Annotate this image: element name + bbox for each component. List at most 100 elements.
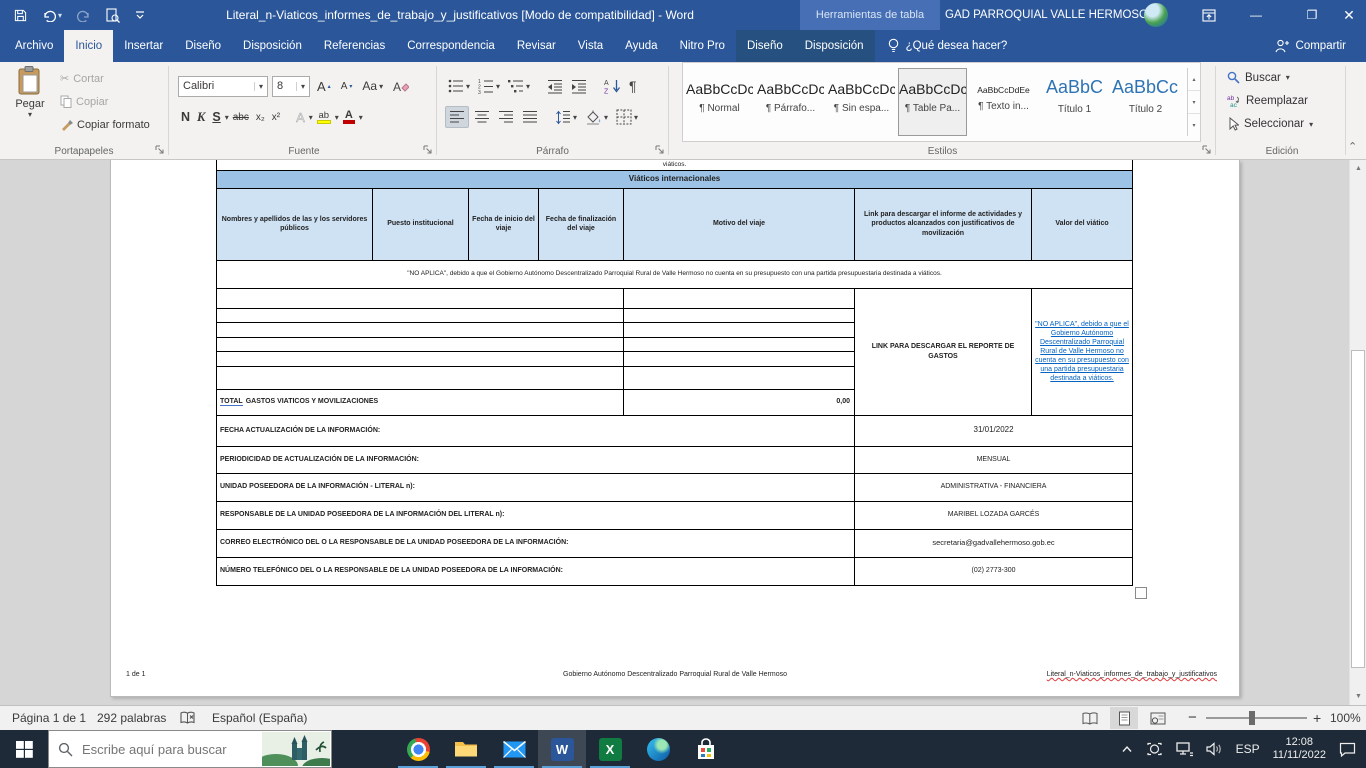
show-marks-button[interactable]: ¶ (626, 75, 640, 97)
scroll-up-icon[interactable]: ▲ (1350, 160, 1366, 177)
align-right-button[interactable] (495, 106, 517, 128)
style-titulo-1[interactable]: AaBbC Título 1 (1040, 68, 1109, 136)
gallery-scroll-up-icon[interactable]: ▴ (1188, 68, 1200, 91)
undo-icon[interactable]: ▾ (42, 9, 62, 22)
account-name[interactable]: GAD PARROQUIAL VALLE HERMOSO (945, 0, 1148, 30)
customize-qat-icon[interactable] (135, 10, 145, 20)
chrome-taskbar-icon[interactable] (394, 730, 442, 768)
clock[interactable]: 12:08 11/11/2022 (1273, 736, 1326, 762)
style-normal[interactable]: AaBbCcDc ¶ Normal (685, 68, 754, 136)
fuente-dialog-launcher-icon[interactable] (423, 145, 433, 155)
line-spacing-button[interactable]: ▾ (552, 106, 580, 128)
multilevel-list-button[interactable]: ▾ (505, 75, 533, 97)
read-mode-button[interactable] (1076, 707, 1104, 729)
mail-taskbar-icon[interactable] (490, 730, 538, 768)
print-preview-icon[interactable] (106, 8, 120, 23)
tab-inicio[interactable]: Inicio (64, 30, 113, 62)
search-input[interactable] (82, 742, 252, 757)
document-page[interactable]: viáticos. Viáticos internacionales Nombr… (110, 160, 1240, 697)
vertical-scrollbar[interactable]: ▲ ▼ (1349, 160, 1366, 705)
link-reporte-cell[interactable]: LINK PARA DESCARGAR EL REPORTE DE GASTOS (855, 288, 1032, 415)
tab-archivo[interactable]: Archivo (4, 30, 64, 62)
tell-me-box[interactable]: ¿Qué desea hacer? (875, 30, 1020, 62)
account-avatar[interactable] (1144, 3, 1168, 27)
style-texto-independiente[interactable]: AaBbCcDdEe ¶ Texto in... (969, 68, 1038, 136)
shading-button[interactable]: ▾ (582, 106, 611, 128)
borders-button[interactable]: ▾ (613, 106, 641, 128)
increase-indent-button[interactable] (568, 75, 590, 97)
tab-table-diseno[interactable]: Diseño (736, 30, 794, 62)
zoom-slider-track[interactable] (1206, 717, 1307, 719)
tab-vista[interactable]: Vista (567, 30, 614, 62)
start-button[interactable] (0, 730, 48, 768)
align-center-button[interactable] (471, 106, 493, 128)
col-header[interactable]: Valor del viático (1032, 188, 1133, 260)
decrease-indent-button[interactable] (544, 75, 566, 97)
tab-insertar[interactable]: Insertar (113, 30, 174, 62)
restore-button[interactable]: ❐ (1292, 0, 1332, 30)
change-case-button[interactable]: Aa▾ (359, 75, 386, 97)
highlight-button[interactable]: ab (314, 106, 334, 128)
zoom-slider-thumb[interactable] (1249, 711, 1255, 725)
clipped-row[interactable]: viáticos. (217, 160, 1133, 170)
bold-button[interactable]: N (178, 106, 193, 128)
scroll-down-icon[interactable]: ▼ (1350, 688, 1366, 705)
tab-referencias[interactable]: Referencias (313, 30, 396, 62)
page-indicator[interactable]: Página 1 de 1 (12, 706, 86, 730)
action-center-icon[interactable] (1339, 742, 1356, 757)
undo-caret-icon[interactable]: ▾ (58, 11, 62, 20)
format-painter-button[interactable]: Copiar formato (60, 118, 150, 131)
file-explorer-taskbar-icon[interactable] (442, 730, 490, 768)
valor-note-link[interactable]: "NO APLICA", debido a que el Gobierno Au… (1035, 321, 1129, 383)
col-header[interactable]: Puesto institucional (373, 188, 469, 260)
tab-revisar[interactable]: Revisar (506, 30, 567, 62)
ribbon-display-options-icon[interactable] (1192, 0, 1226, 30)
strikethrough-button[interactable]: abc (230, 106, 252, 128)
font-name-combo[interactable]: Calibri ▾ (178, 76, 268, 97)
word-count[interactable]: 292 palabras (97, 706, 166, 730)
tab-diseno[interactable]: Diseño (174, 30, 232, 62)
minimize-button[interactable]: — (1234, 0, 1278, 30)
col-header[interactable]: Fecha de finalización del viaje (539, 188, 624, 260)
zoom-out-button[interactable]: − (1188, 706, 1197, 730)
shrink-font-button[interactable]: A▾ (338, 75, 356, 97)
total-value[interactable]: 0,00 (624, 389, 855, 415)
edge-taskbar-icon[interactable] (634, 730, 682, 768)
store-taskbar-icon[interactable] (682, 730, 730, 768)
gallery-scroll-down-icon[interactable]: ▾ (1188, 91, 1200, 114)
underline-caret-icon[interactable]: ▾ (225, 113, 229, 122)
style-table-paragraph[interactable]: AaBbCcDc ¶ Table Pa... (898, 68, 967, 136)
tab-ayuda[interactable]: Ayuda (614, 30, 668, 62)
col-header[interactable]: Nombres y apellidos de las y los servido… (217, 188, 373, 260)
print-layout-button[interactable] (1110, 707, 1138, 729)
font-name-caret-icon[interactable]: ▾ (254, 82, 267, 91)
underline-button[interactable]: S (209, 106, 223, 128)
input-language-indicator[interactable]: ESP (1236, 742, 1260, 756)
volume-icon[interactable] (1206, 742, 1223, 756)
style-titulo-2[interactable]: AaBbCcI Título 2 (1111, 68, 1180, 136)
section-title[interactable]: Viáticos internacionales (217, 170, 1133, 188)
scrollbar-thumb[interactable] (1351, 350, 1365, 668)
col-header[interactable]: Link para descargar el informe de activi… (855, 188, 1032, 260)
paste-caret-icon[interactable]: ▾ (8, 110, 52, 119)
tab-disposicion[interactable]: Disposición (232, 30, 313, 62)
taskbar-search[interactable] (48, 730, 332, 768)
align-left-button[interactable] (445, 106, 469, 128)
estilos-dialog-launcher-icon[interactable] (1202, 145, 1212, 155)
paste-button[interactable]: Pegar ▾ (8, 66, 52, 150)
save-icon[interactable] (14, 9, 27, 22)
word-taskbar-icon[interactable]: W (538, 730, 586, 768)
tab-nitro-pro[interactable]: Nitro Pro (669, 30, 736, 62)
superscript-button[interactable]: x² (269, 106, 283, 128)
sort-button[interactable]: AZ (601, 75, 624, 97)
col-header[interactable]: Motivo del viaje (624, 188, 855, 260)
font-size-caret-icon[interactable]: ▾ (296, 82, 309, 91)
replace-button[interactable]: abac Reemplazar (1227, 94, 1308, 107)
font-color-button[interactable]: A (340, 106, 358, 128)
no-aplica-row[interactable]: "NO APLICA", debido a que el Gobierno Au… (217, 260, 1133, 288)
font-color-caret-icon[interactable]: ▾ (359, 113, 363, 122)
collapse-ribbon-icon[interactable]: ⌃ (1348, 140, 1357, 153)
grow-font-button[interactable]: A▴ (314, 75, 334, 97)
col-header[interactable]: Fecha de inicio del viaje (469, 188, 539, 260)
bullets-button[interactable]: ▾ (445, 75, 473, 97)
